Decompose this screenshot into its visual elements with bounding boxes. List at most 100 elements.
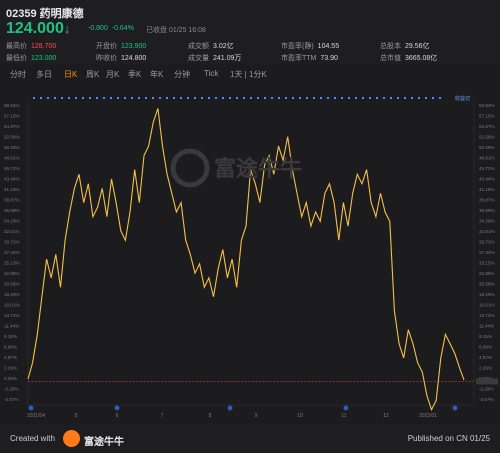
y-tick-right: 32.01% (479, 229, 495, 234)
tab-8[interactable]: Tick (204, 69, 218, 78)
event-marker (68, 97, 70, 99)
quote-header: 02359 药明康德 124.000↓ -0.800 -0.64% 已收盘 01… (0, 0, 500, 64)
y-tick-right: 48.01% (479, 156, 495, 161)
event-marker (327, 97, 329, 99)
event-marker (292, 97, 294, 99)
event-marker (320, 97, 322, 99)
stat-9: 总市值 3665.08亿 (380, 53, 437, 63)
event-marker (229, 97, 231, 99)
event-marker (117, 97, 119, 99)
stat-value: 123.900 (121, 43, 147, 50)
stat-label: 市盈率(静) (281, 43, 314, 50)
tab-6[interactable]: 年K (150, 69, 163, 80)
stat-4: 总股本 29.56亿 (380, 41, 430, 51)
x-tick-label: 8 (209, 413, 212, 419)
y-tick-left: 54.87% (4, 124, 20, 129)
x-tick-label: 5 (75, 413, 78, 419)
tab-5[interactable]: 季K (128, 69, 141, 80)
stat-label: 总股本 (380, 43, 401, 50)
tab-3[interactable]: 周K (86, 69, 99, 80)
published-label: Published on CN 01/25 (407, 434, 490, 443)
y-tick-right: 20.58% (479, 282, 495, 287)
stat-label: 成交量 (188, 55, 209, 62)
y-tick-left: 34.29% (4, 219, 20, 224)
event-marker (418, 97, 420, 99)
event-marker (201, 97, 203, 99)
event-marker (145, 97, 147, 99)
stat-value: 241.09万 (213, 55, 242, 62)
y-tick-right: 4.57% (479, 355, 492, 360)
stat-3: 市盈率(静) 104.55 (281, 41, 339, 51)
event-marker (243, 97, 245, 99)
x-tick-label: 2021/04 (27, 413, 45, 419)
event-marker (362, 97, 364, 99)
event-marker (159, 97, 161, 99)
y-tick-left: 2.29% (4, 366, 17, 371)
event-marker (404, 97, 406, 99)
event-marker (166, 97, 168, 99)
event-marker (397, 97, 399, 99)
news-marker-icon (28, 405, 34, 411)
y-tick-right: 9.15% (479, 334, 492, 339)
stat-value: 3.02亿 (213, 43, 234, 50)
event-marker (61, 97, 63, 99)
tab-7[interactable]: 分钟 (174, 69, 190, 80)
y-tick-right: 36.58% (479, 208, 495, 213)
event-marker (285, 97, 287, 99)
stat-8: 市盈率TTM 73.90 (281, 53, 338, 63)
tab-9[interactable]: 1天 | 1分K (230, 69, 267, 80)
y-tick-left: 50.29% (4, 145, 20, 150)
y-tick-left: 25.15% (4, 261, 20, 266)
y-tick-left: 52.58% (4, 135, 20, 140)
news-marker-icon (114, 405, 120, 411)
y-tick-left: 4.57% (4, 355, 17, 360)
ref-price-box (476, 378, 498, 385)
event-marker (383, 97, 385, 99)
event-marker (313, 97, 315, 99)
event-marker (47, 97, 49, 99)
legend-tag: 收益切 (455, 95, 470, 102)
footer: Created with 富途牛牛 Published on CN 01/25 (0, 425, 500, 453)
event-marker (348, 97, 350, 99)
y-tick-right: 11.44% (479, 324, 494, 329)
event-marker (103, 97, 105, 99)
y-tick-right: 50.29% (479, 145, 495, 150)
event-marker (215, 97, 217, 99)
tab-2[interactable]: 日K (64, 69, 77, 80)
event-marker (40, 97, 42, 99)
event-marker (82, 97, 84, 99)
event-marker (75, 97, 77, 99)
y-tick-right: 58.84% (479, 103, 495, 108)
event-marker (271, 97, 273, 99)
stat-label: 昨收价 (96, 55, 117, 62)
y-tick-left: 48.01% (4, 156, 20, 161)
event-marker (110, 97, 112, 99)
event-marker (89, 97, 91, 99)
chart-svg: 收益切 58.84% 57.15% 54.87% 52.58% 50.29% 48.01% 4… (4, 95, 498, 419)
event-marker (180, 97, 182, 99)
tab-0[interactable]: 分时 (10, 69, 26, 80)
tab-1[interactable]: 多日 (36, 69, 52, 80)
watermark-logo-icon: 富途牛牛 (170, 148, 302, 188)
event-marker (299, 97, 301, 99)
y-tick-right: 34.29% (479, 219, 495, 224)
stat-value: 29.56亿 (405, 43, 430, 50)
event-marker (411, 97, 413, 99)
event-marker (376, 97, 378, 99)
y-tick-left: 29.72% (4, 240, 20, 245)
tab-4[interactable]: 月K (106, 69, 119, 80)
y-tick-right: 18.29% (479, 292, 495, 297)
created-with-label: Created with (10, 434, 55, 443)
y-tick-left: 0.00% (4, 376, 17, 381)
y-tick-right: 16.01% (479, 303, 495, 308)
event-marker (208, 97, 210, 99)
stat-value: 104.55 (317, 43, 340, 50)
y-tick-right: 41.15% (479, 187, 495, 192)
x-tick-label: 9 (255, 413, 258, 419)
y-tick-right: -2.29% (479, 387, 494, 392)
y-tick-right: 29.72% (479, 240, 495, 245)
event-marker (257, 97, 259, 99)
market-status: 已收盘 01/25 16:08 (146, 27, 206, 34)
y-tick-left: 22.86% (4, 271, 20, 276)
event-marker (425, 97, 427, 99)
